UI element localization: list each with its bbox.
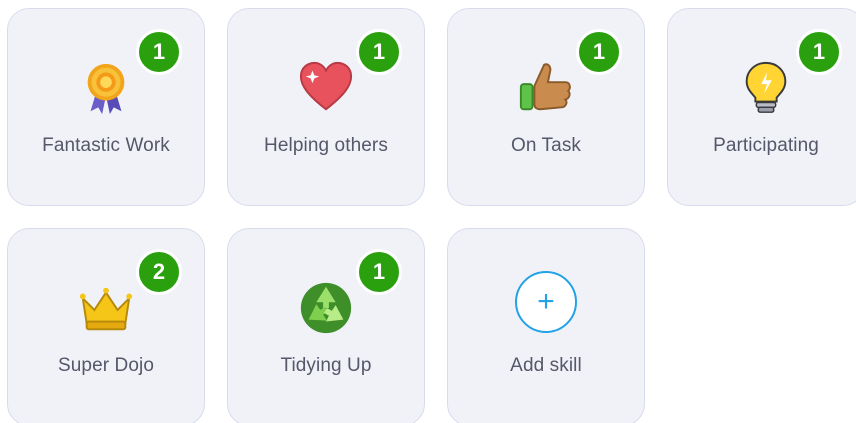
- crown-icon: [77, 279, 135, 337]
- skill-label: Participating: [713, 135, 819, 156]
- skill-count-badge: 1: [136, 29, 182, 75]
- thumbs-up-icon: [517, 59, 575, 117]
- add-skill-label: Add skill: [510, 355, 582, 376]
- skill-card-participating[interactable]: 1 Participating: [667, 8, 856, 206]
- skill-label: Tidying Up: [280, 355, 372, 376]
- heart-icon: [297, 59, 355, 117]
- skill-label: On Task: [510, 135, 582, 156]
- skill-card-tidying-up[interactable]: 1 Tidying Up: [227, 228, 425, 423]
- skill-card-helping-others[interactable]: 1 Helping others: [227, 8, 425, 206]
- skill-count-badge: 1: [356, 29, 402, 75]
- skill-label: Fantastic Work: [42, 135, 170, 156]
- skill-count-badge: 1: [576, 29, 622, 75]
- skill-count-badge: 1: [796, 29, 842, 75]
- add-skill-button[interactable]: + Add skill: [447, 228, 645, 423]
- skill-card-fantastic-work[interactable]: 1 Fantastic Work: [7, 8, 205, 206]
- skill-card-super-dojo[interactable]: 2 Super Dojo: [7, 228, 205, 423]
- plus-circle-icon: +: [515, 271, 577, 333]
- award-ribbon-icon: [77, 59, 135, 117]
- recycle-icon: [297, 279, 355, 337]
- lightbulb-icon: [737, 59, 795, 117]
- skill-card-on-task[interactable]: 1 On Task: [447, 8, 645, 206]
- skill-label: Super Dojo: [57, 355, 155, 376]
- skill-count-badge: 1: [356, 249, 402, 295]
- skills-grid: 1 Fantastic Work 1 Helping others 1 On T…: [0, 0, 856, 423]
- skill-label: Helping others: [264, 135, 388, 156]
- skill-count-badge: 2: [136, 249, 182, 295]
